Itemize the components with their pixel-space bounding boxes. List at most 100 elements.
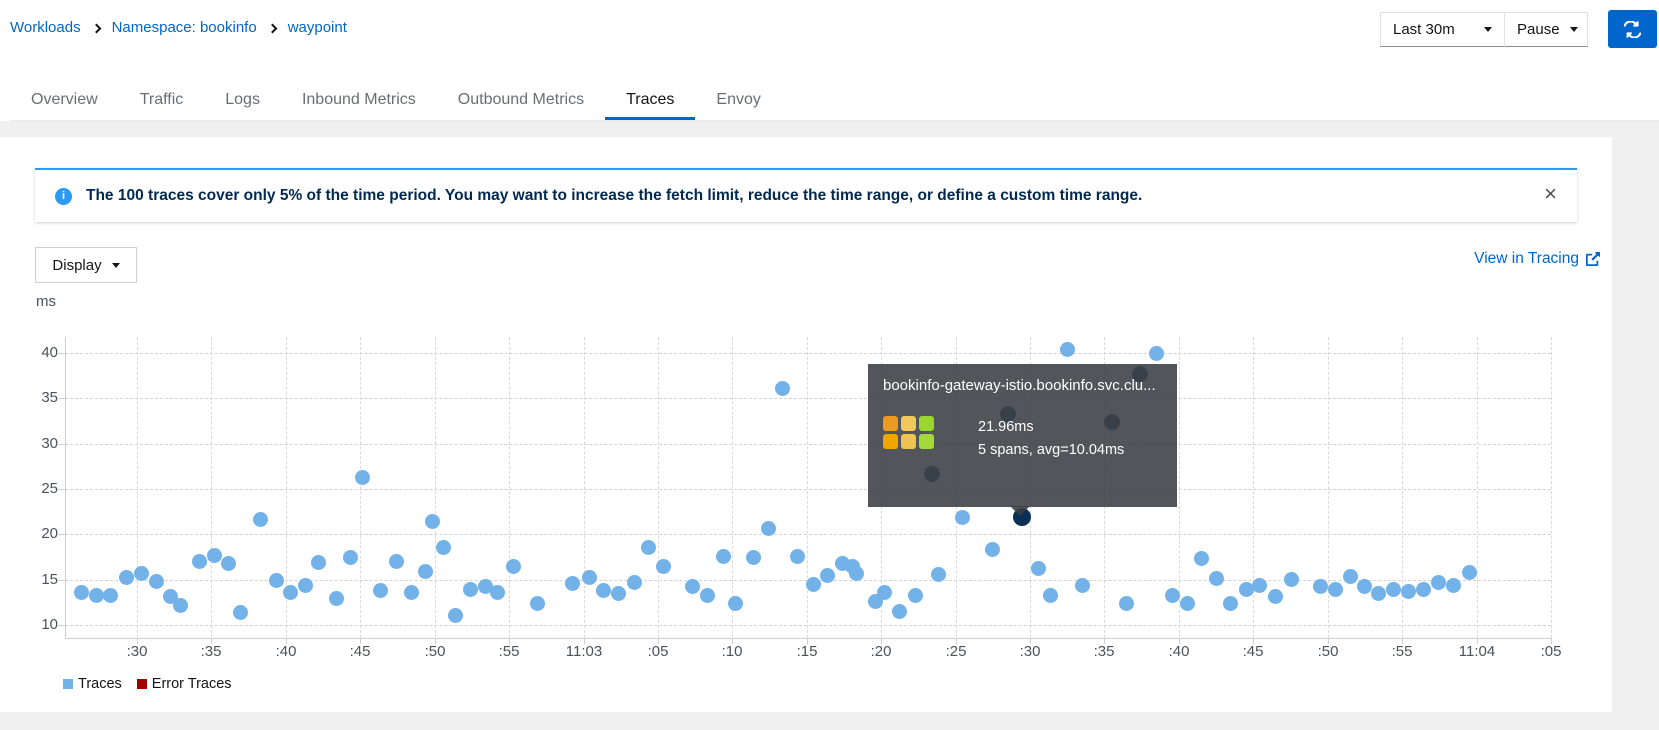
trace-point[interactable] (329, 591, 344, 606)
tab-traffic[interactable]: Traffic (119, 82, 205, 120)
trace-point[interactable] (343, 550, 358, 565)
trace-point[interactable] (955, 510, 970, 525)
legend-item-traces[interactable]: Traces (63, 676, 122, 692)
trace-point[interactable] (1223, 596, 1238, 611)
trace-point[interactable] (253, 512, 268, 527)
trace-point[interactable] (746, 550, 761, 565)
trace-point[interactable] (404, 585, 419, 600)
trace-point[interactable] (425, 514, 440, 529)
trace-point[interactable] (355, 470, 370, 485)
trace-point[interactable] (1357, 579, 1372, 594)
trace-point[interactable] (89, 588, 104, 603)
trace-point[interactable] (761, 521, 776, 536)
trace-point[interactable] (283, 585, 298, 600)
trace-point[interactable] (1165, 588, 1180, 603)
trace-point[interactable] (1401, 584, 1416, 599)
tab-inbound-metrics[interactable]: Inbound Metrics (281, 82, 437, 120)
trace-point[interactable] (1371, 586, 1386, 601)
trace-point[interactable] (877, 585, 892, 600)
trace-point[interactable] (119, 570, 134, 585)
trace-point[interactable] (1180, 596, 1195, 611)
legend-item-error-traces[interactable]: Error Traces (137, 676, 232, 692)
trace-point[interactable] (849, 566, 864, 581)
display-dropdown[interactable]: Display (35, 247, 137, 283)
trace-point[interactable] (1268, 589, 1283, 604)
trace-point[interactable] (716, 549, 731, 564)
trace-point[interactable] (436, 540, 451, 555)
trace-point[interactable] (1284, 572, 1299, 587)
trace-point[interactable] (1313, 579, 1328, 594)
trace-point[interactable] (1462, 565, 1477, 580)
trace-point[interactable] (820, 568, 835, 583)
tab-overview[interactable]: Overview (10, 82, 119, 120)
trace-point[interactable] (611, 586, 626, 601)
trace-point[interactable] (790, 549, 805, 564)
trace-point[interactable] (806, 577, 821, 592)
trace-point[interactable] (207, 548, 222, 563)
trace-point[interactable] (103, 588, 118, 603)
trace-point[interactable] (233, 605, 248, 620)
view-in-tracing-link[interactable]: View in Tracing (1474, 250, 1600, 268)
trace-point[interactable] (530, 596, 545, 611)
trace-point[interactable] (1386, 582, 1401, 597)
trace-point[interactable] (389, 554, 404, 569)
trace-point[interactable] (373, 583, 388, 598)
trace-point[interactable] (269, 573, 284, 588)
trace-point[interactable] (134, 566, 149, 581)
trace-point[interactable] (74, 585, 89, 600)
trace-point[interactable] (1060, 342, 1075, 357)
trace-point[interactable] (565, 576, 580, 591)
trace-point[interactable] (1252, 578, 1267, 593)
trace-point[interactable] (1209, 571, 1224, 586)
trace-point[interactable] (1328, 582, 1343, 597)
trace-point[interactable] (1431, 575, 1446, 590)
trace-point[interactable] (1343, 569, 1358, 584)
trace-point[interactable] (596, 583, 611, 598)
trace-point[interactable] (298, 578, 313, 593)
trace-point[interactable] (908, 588, 923, 603)
trace-point[interactable] (685, 579, 700, 594)
duration-select[interactable]: Last 30m (1380, 12, 1505, 47)
trace-point[interactable] (1446, 578, 1461, 593)
trace-point[interactable] (656, 559, 671, 574)
breadcrumb-workloads[interactable]: Workloads (10, 19, 81, 36)
trace-point[interactable] (192, 554, 207, 569)
tab-outbound-metrics[interactable]: Outbound Metrics (437, 82, 605, 120)
trace-point[interactable] (311, 555, 326, 570)
trace-point[interactable] (1075, 578, 1090, 593)
trace-point[interactable] (173, 598, 188, 613)
trace-point[interactable] (149, 574, 164, 589)
breadcrumb-workload[interactable]: waypoint (288, 19, 347, 36)
workload-tabs: OverviewTrafficLogsInbound MetricsOutbou… (10, 82, 1659, 121)
trace-point[interactable] (1416, 582, 1431, 597)
trace-point[interactable] (1031, 561, 1046, 576)
trace-point[interactable] (775, 381, 790, 396)
trace-point[interactable] (582, 570, 597, 585)
trace-point[interactable] (490, 585, 505, 600)
refresh-button[interactable] (1608, 10, 1657, 48)
breadcrumb-namespace[interactable]: Namespace: bookinfo (112, 19, 257, 36)
trace-point[interactable] (1149, 346, 1164, 361)
trace-point[interactable] (463, 582, 478, 597)
trace-point[interactable] (1043, 588, 1058, 603)
refresh-interval-select[interactable]: Pause (1504, 12, 1588, 47)
trace-point[interactable] (1194, 551, 1209, 566)
trace-point[interactable] (1119, 596, 1134, 611)
trace-point[interactable] (641, 540, 656, 555)
x-axis-tick-label: :45 (1218, 643, 1288, 660)
close-icon[interactable]: × (1544, 183, 1557, 205)
trace-point[interactable] (931, 567, 946, 582)
tab-envoy[interactable]: Envoy (695, 82, 781, 120)
trace-point[interactable] (418, 564, 433, 579)
trace-point[interactable] (627, 575, 642, 590)
trace-point[interactable] (448, 608, 463, 623)
trace-point[interactable] (506, 559, 521, 574)
trace-point[interactable] (728, 596, 743, 611)
trace-point[interactable] (700, 588, 715, 603)
trace-point[interactable] (221, 556, 236, 571)
trace-point[interactable] (985, 542, 1000, 557)
tab-traces[interactable]: Traces (605, 82, 695, 120)
y-axis-title: ms (36, 293, 56, 310)
tab-logs[interactable]: Logs (204, 82, 281, 120)
trace-point[interactable] (892, 604, 907, 619)
